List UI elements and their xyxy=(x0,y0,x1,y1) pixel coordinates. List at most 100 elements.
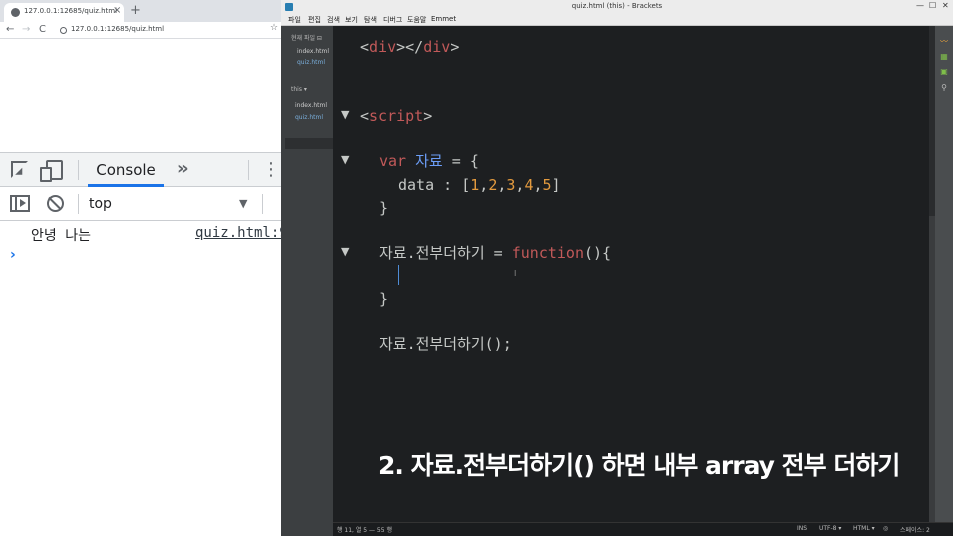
project-header[interactable]: this ▾ xyxy=(291,86,307,93)
language-selector[interactable]: HTML ▾ xyxy=(853,525,875,532)
menu-edit[interactable]: 편집 xyxy=(308,15,321,25)
menu-emmet[interactable]: Emmet xyxy=(431,15,456,23)
search-icon[interactable]: ⚲ xyxy=(938,83,950,93)
code-line: <script> xyxy=(360,106,432,126)
working-file-item[interactable]: index.html xyxy=(297,48,329,55)
window-title: quiz.html (this) - Brackets xyxy=(571,2,663,10)
file-sidebar: 현재 파일 ⊟ index.html quiz.html this ▾ inde… xyxy=(281,26,333,536)
inspect-element-icon[interactable] xyxy=(11,161,28,178)
code-token: 1 xyxy=(470,176,480,194)
fold-arrow-icon[interactable]: ▼ xyxy=(341,153,349,166)
live-preview-icon[interactable]: 〰 xyxy=(938,37,950,47)
context-label: top xyxy=(89,196,112,212)
code-token: > xyxy=(450,38,460,56)
code-line: 자료.전부더하기 = function(){ xyxy=(379,243,611,263)
insert-mode[interactable]: INS xyxy=(797,525,807,532)
code-token: div xyxy=(369,38,397,56)
more-tabs-icon[interactable]: » xyxy=(177,158,189,179)
browser-tab[interactable]: 127.0.0.1:12685/quiz.html × xyxy=(4,3,124,22)
extension-manager-icon[interactable]: ▦ xyxy=(938,52,950,62)
code-line: 자료.전부더하기(); xyxy=(379,335,512,353)
code-token: (){ xyxy=(583,244,612,262)
minimize-icon[interactable]: — xyxy=(916,1,924,10)
code-token: = { xyxy=(442,152,479,170)
log-source-link[interactable]: quiz.html:9 xyxy=(195,225,281,241)
project-file-item[interactable]: quiz.html xyxy=(295,114,323,121)
indent-setting[interactable]: 스페이스: 2 xyxy=(900,525,930,534)
menu-view[interactable]: 보기 xyxy=(345,15,358,25)
code-token: , xyxy=(479,176,489,194)
project-file-item[interactable]: index.html xyxy=(295,102,327,109)
back-arrow-icon[interactable]: ← xyxy=(6,23,14,37)
console-toolbar: top ▼ xyxy=(0,187,281,221)
console-message: 안녕 나는 quiz.html:9 xyxy=(0,221,281,246)
tab-strip: 127.0.0.1:12685/quiz.html × + xyxy=(0,0,281,22)
fold-arrow-icon[interactable]: ▼ xyxy=(341,108,349,121)
code-token: script xyxy=(369,107,424,125)
code-token: > xyxy=(423,107,433,125)
encoding-selector[interactable]: UTF-8 ▾ xyxy=(819,525,841,532)
code-line: data : [1,2,3,4,5] xyxy=(398,175,561,195)
url-text: 127.0.0.1:12685/quiz.html xyxy=(71,25,165,33)
selected-file-highlight xyxy=(285,138,333,149)
close-icon[interactable]: ✕ xyxy=(942,1,949,10)
menu-find[interactable]: 검색 xyxy=(327,15,340,25)
mouse-ibeam-icon: I xyxy=(514,269,517,278)
video-caption: 2. 자료.전부더하기() 하면 내부 array 전부 더하기 xyxy=(378,451,900,480)
code-token: ></ xyxy=(396,38,424,56)
cursor-position: 행 11, 열 5 — 55 행 xyxy=(337,527,392,534)
divider xyxy=(78,160,79,180)
fold-arrow-icon[interactable]: ▼ xyxy=(341,245,349,258)
new-tab-button[interactable]: + xyxy=(130,3,141,19)
extension-icon[interactable]: ▣ xyxy=(938,67,950,77)
context-selector[interactable]: top ▼ xyxy=(89,187,254,221)
chevron-down-icon: ▼ xyxy=(239,197,248,210)
menu-navigate[interactable]: 탐색 xyxy=(364,15,377,25)
menu-help[interactable]: 도움말 xyxy=(407,15,426,25)
code-line: var 자료 = { xyxy=(379,151,479,171)
devtools-panel: Console » ⋮ top ▼ 안녕 나는 quiz.html:9 › xyxy=(0,152,281,536)
clear-console-icon[interactable] xyxy=(47,195,64,212)
divider xyxy=(262,194,263,214)
divider xyxy=(248,160,249,180)
device-toolbar-icon[interactable] xyxy=(40,160,63,182)
code-line: <div></div> xyxy=(360,37,459,57)
forward-arrow-icon[interactable]: → xyxy=(22,23,30,37)
code-token: < xyxy=(360,38,370,56)
tab-console[interactable]: Console xyxy=(88,153,164,187)
code-token: 2 xyxy=(488,176,498,194)
chrome-window: 127.0.0.1:12685/quiz.html × + ← → C 127.… xyxy=(0,0,281,536)
info-icon[interactable] xyxy=(60,27,67,34)
code-token: , xyxy=(533,176,543,194)
brackets-window: quiz.html (this) - Brackets — ☐ ✕ 파일 편집 … xyxy=(281,0,953,536)
code-token: 5 xyxy=(542,176,552,194)
code-token: ] xyxy=(551,176,561,194)
text-cursor xyxy=(398,265,399,285)
working-file-item[interactable]: quiz.html xyxy=(297,59,325,66)
console-prompt-icon[interactable]: › xyxy=(10,247,16,263)
code-token: var xyxy=(379,152,407,170)
menu-file[interactable]: 파일 xyxy=(288,15,301,25)
show-sidebar-icon[interactable] xyxy=(10,195,30,212)
close-icon[interactable]: × xyxy=(113,5,121,16)
working-files-header[interactable]: 현재 파일 ⊟ xyxy=(291,33,322,42)
tab-title: 127.0.0.1:12685/quiz.html xyxy=(24,7,118,15)
reload-icon[interactable]: C xyxy=(39,23,46,37)
bookmark-star-icon[interactable]: ☆ xyxy=(270,23,278,33)
code-token: 자료.전부더하기 = xyxy=(379,244,512,262)
maximize-icon[interactable]: ☐ xyxy=(929,1,936,10)
code-line: } xyxy=(379,199,389,217)
code-editor[interactable]: <div></div> ▼ <script> ▼ var 자료 = { data… xyxy=(333,26,929,522)
code-token: div xyxy=(423,38,451,56)
status-bar: 행 11, 열 5 — 55 행 INS UTF-8 ▾ HTML ▾ ◎ 스페… xyxy=(333,522,953,536)
lint-status-icon[interactable]: ◎ xyxy=(883,525,888,532)
browser-toolbar: ← → C 127.0.0.1:12685/quiz.html ☆ xyxy=(0,22,281,39)
code-token: 자료 xyxy=(415,152,443,170)
globe-icon xyxy=(11,8,20,17)
log-text: 안녕 나는 xyxy=(31,228,91,244)
address-bar[interactable]: 127.0.0.1:12685/quiz.html xyxy=(57,24,269,37)
divider xyxy=(78,194,79,214)
menu-debug[interactable]: 디버그 xyxy=(383,15,402,25)
more-options-icon[interactable]: ⋮ xyxy=(262,159,280,181)
